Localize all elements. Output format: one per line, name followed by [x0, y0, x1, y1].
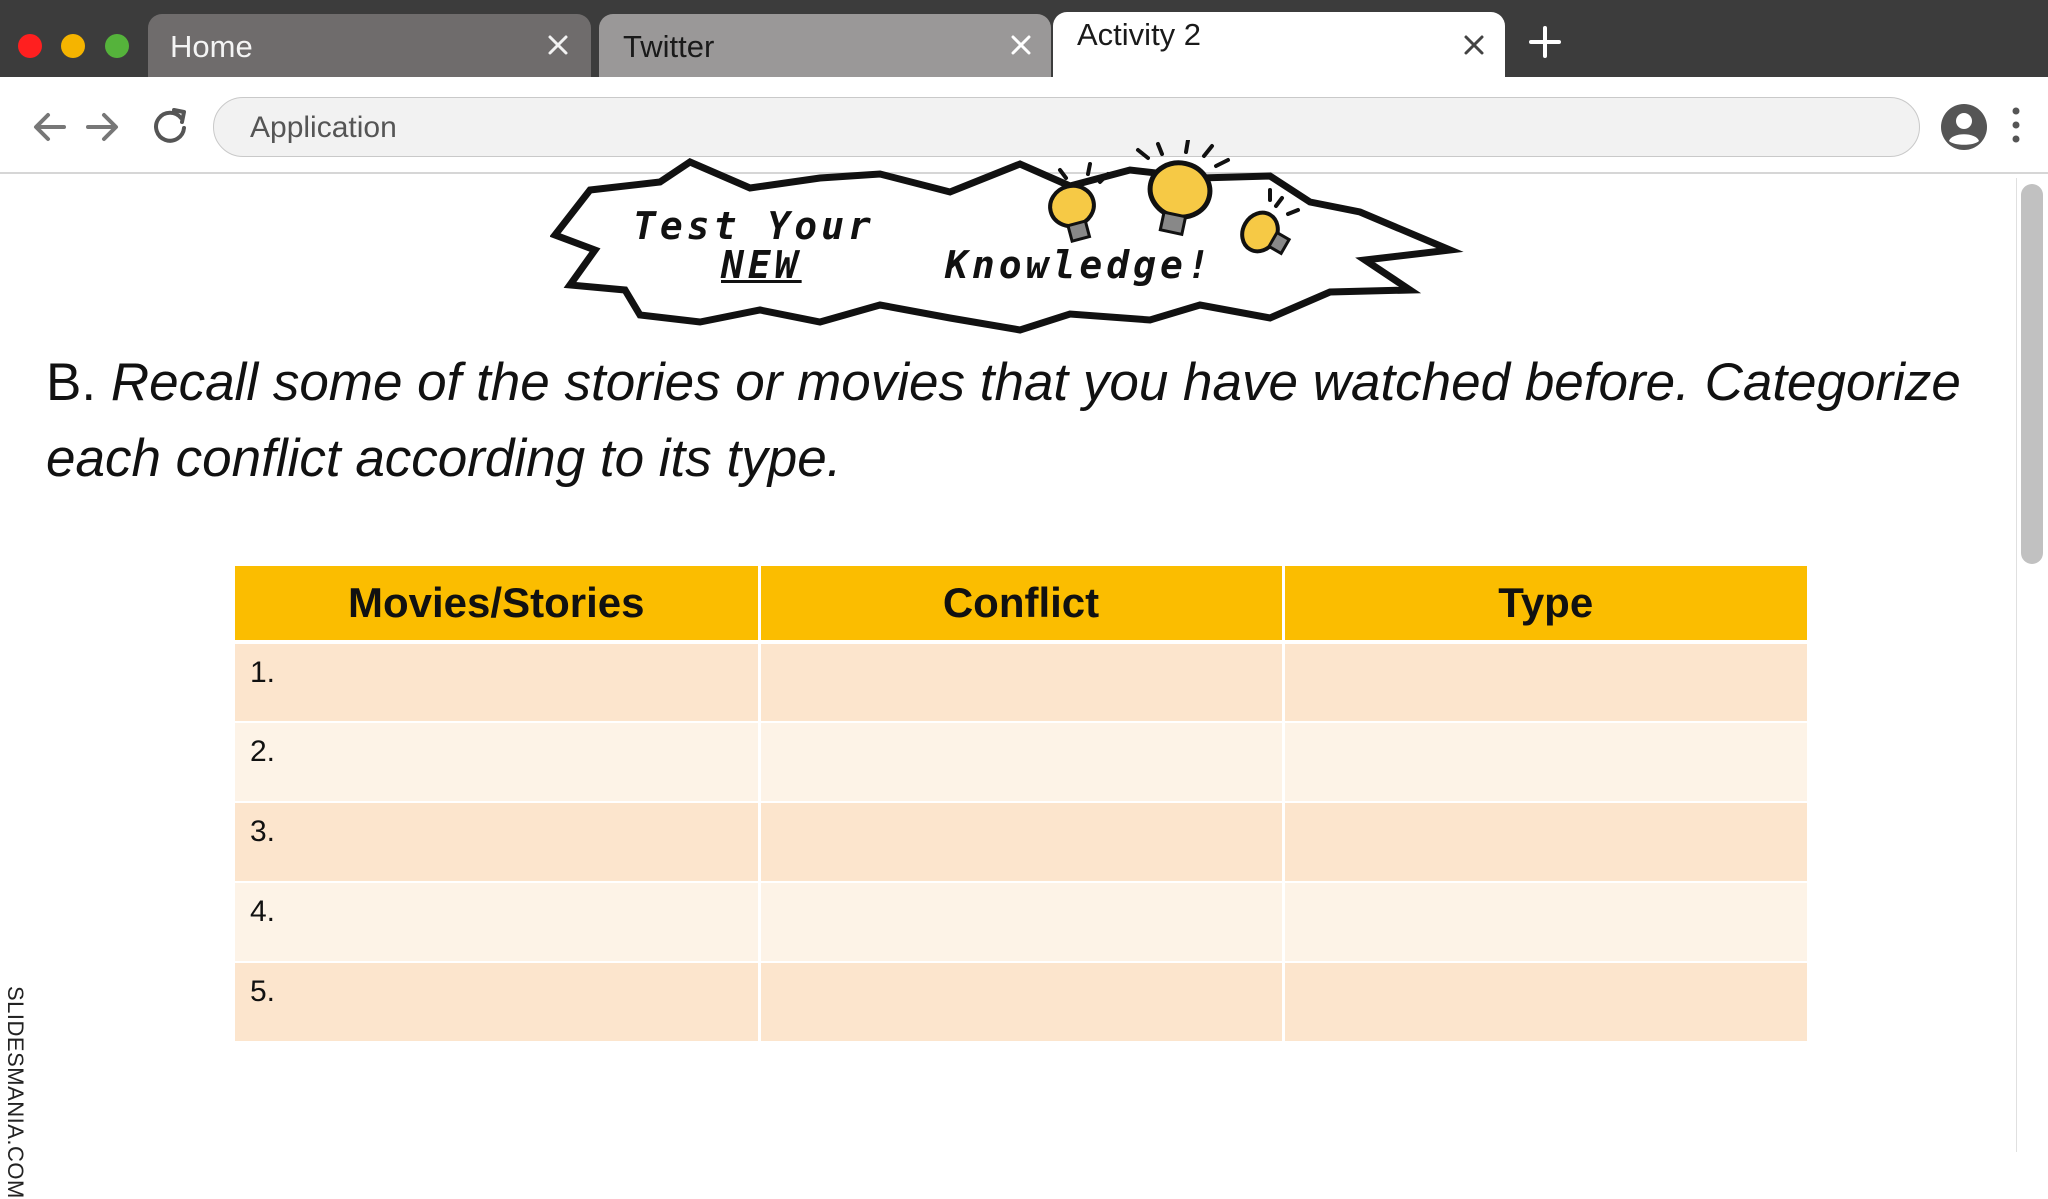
table-cell[interactable]	[757, 802, 1283, 883]
arrow-right-icon[interactable]	[82, 107, 122, 147]
instruction-body: Recall some of the stories or movies tha…	[46, 353, 1961, 488]
table-cell[interactable]: 2.	[235, 722, 759, 803]
table-cell[interactable]	[757, 722, 1283, 803]
arrow-left-icon[interactable]	[30, 107, 70, 147]
instruction-text: B. Recall some of the stories or movies …	[46, 345, 1996, 497]
tab-twitter-title: Twitter	[623, 29, 715, 64]
close-icon[interactable]	[1459, 30, 1489, 60]
reload-icon[interactable]	[150, 106, 190, 146]
banner-line-2-new: NEW	[721, 243, 802, 287]
tab-twitter[interactable]: Twitter	[599, 14, 1051, 77]
slidesmania-watermark: SLIDESMANIA.COM	[3, 986, 28, 1199]
table-cell[interactable]: 3.	[235, 802, 759, 883]
tab-activity-2-title: Activity 2	[1077, 17, 1202, 52]
conflict-table: Movies/Stories Conflict Type 1. 2. 3. 4.…	[235, 566, 1807, 1043]
table-cell[interactable]	[1281, 962, 1807, 1043]
header-type: Type	[1281, 566, 1807, 644]
table-row: 1.	[235, 642, 1807, 723]
table-cell[interactable]	[757, 882, 1283, 963]
instruction-prefix: B.	[46, 353, 97, 412]
window-minimize-button[interactable]	[61, 34, 85, 58]
kebab-menu-icon[interactable]	[2006, 105, 2026, 149]
tab-strip: Home Twitter Activity 2	[0, 0, 2048, 77]
table-cell[interactable]: 1.	[235, 642, 759, 723]
table-cell[interactable]	[757, 642, 1283, 723]
header-movies-stories: Movies/Stories	[235, 566, 759, 644]
table-cell[interactable]: 4.	[235, 882, 759, 963]
tab-activity-2[interactable]: Activity 2	[1053, 12, 1505, 77]
header-conflict: Conflict	[757, 566, 1283, 644]
table-cell[interactable]	[1281, 642, 1807, 723]
table-row: 4.	[235, 882, 1807, 963]
tab-home-title: Home	[170, 29, 253, 64]
table-cell[interactable]	[1281, 722, 1807, 803]
account-icon[interactable]	[1940, 103, 1988, 151]
table-cell[interactable]	[1281, 802, 1807, 883]
address-value: Application	[250, 111, 397, 144]
table-row: 2.	[235, 722, 1807, 803]
window-close-button[interactable]	[18, 34, 42, 58]
table-row: 3.	[235, 802, 1807, 883]
table-cell[interactable]	[757, 962, 1283, 1043]
window-maximize-button[interactable]	[105, 34, 129, 58]
new-tab-plus-icon[interactable]	[1527, 24, 1563, 60]
table-cell[interactable]: 5.	[235, 962, 759, 1043]
close-icon[interactable]	[543, 30, 573, 60]
table-header-row: Movies/Stories Conflict Type	[235, 566, 1807, 644]
scrollbar-thumb[interactable]	[2021, 184, 2043, 564]
table-cell[interactable]	[1281, 882, 1807, 963]
tab-home[interactable]: Home	[148, 14, 591, 77]
table-row: 5.	[235, 962, 1807, 1043]
close-icon[interactable]	[1006, 30, 1036, 60]
lightbulb-icon	[1048, 140, 1300, 256]
banner-line-1: Test Your	[633, 204, 875, 248]
